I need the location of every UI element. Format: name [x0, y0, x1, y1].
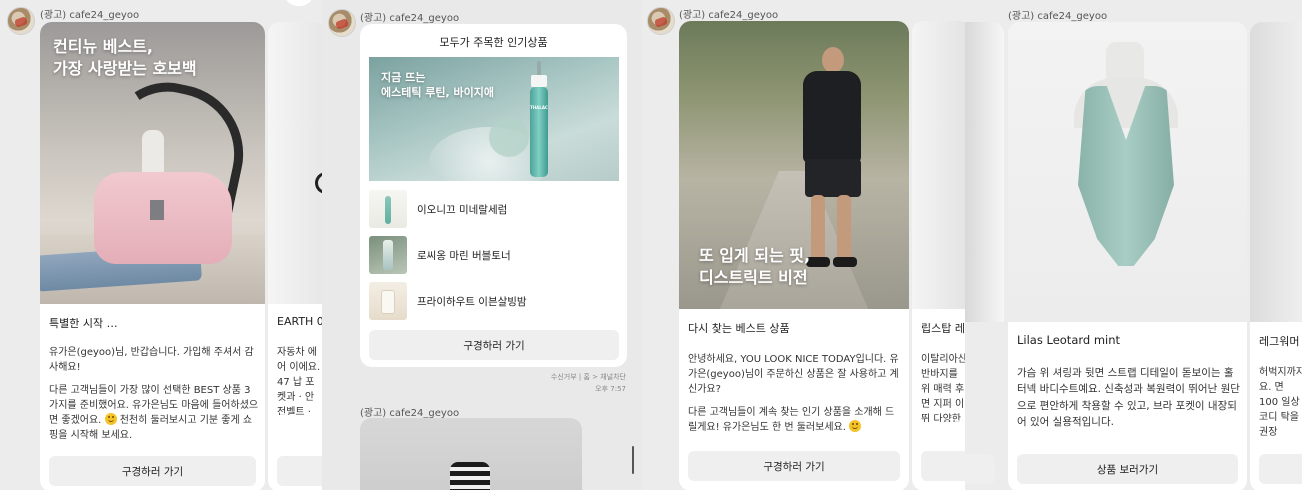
item-thumbnail: [369, 190, 407, 228]
product-image[interactable]: 또 입게 되는 핏, 디스트릭트 비전: [679, 21, 909, 309]
sender-name: (광고) cafe24_geyoo: [360, 408, 460, 419]
chat-panel-2: (광고) cafe24_geyoo 모두가 주목한 인기상품 THALAC 지금…: [322, 0, 642, 490]
product-image[interactable]: [1008, 22, 1247, 322]
carousel-card[interactable]: [360, 418, 582, 490]
next-carousel-card[interactable]: 레그워머 허벅지까지 요. 면 100 일상 코디 탁을 권장: [1250, 22, 1302, 490]
card-header: 모두가 주목한 인기상품: [439, 36, 548, 49]
sender-name: (광고) cafe24_geyoo: [679, 10, 779, 21]
channel-avatar[interactable]: [647, 7, 675, 35]
chat-panel-1: (광고) cafe24_geyoo 컨티뉴 베스트, 가장 사랑받는 호보백 특…: [0, 0, 322, 490]
channel-avatar[interactable]: [328, 9, 356, 37]
item-name: 프라이하우트 이븐살빙밤: [417, 295, 527, 308]
bottle-label: THALAC: [530, 105, 548, 110]
list-item[interactable]: 프라이하우트 이븐살빙밤: [369, 282, 527, 320]
product-list-card: 모두가 주목한 인기상품 THALAC 지금 뜨는 에스테틱 루틴, 바이지애 …: [360, 24, 627, 367]
chat-panel-4: (광고) cafe24_geyoo Lilas Leotard mint 가슴 …: [965, 0, 1302, 490]
prev-carousel-card[interactable]: [965, 22, 1004, 322]
optout-link[interactable]: 수신거부 | 홈 > 채널차단: [551, 372, 626, 382]
smile-emoji-icon: [104, 413, 117, 425]
item-thumbnail: [369, 236, 407, 274]
browse-button[interactable]: 구경하러 가기: [49, 456, 256, 486]
carousel-card[interactable]: 또 입게 되는 핏, 디스트릭트 비전 다시 찾는 베스트 상품 안녕하세요, …: [679, 21, 909, 490]
next-card-body: 자동차 에어 이에요. 47 납 포켓과 · 안전벨트 · 다.: [277, 347, 321, 415]
carousel-card[interactable]: Lilas Leotard mint 가슴 위 셔링과 뒷면 스트랩 디테일이 …: [1008, 22, 1247, 490]
image-caption: 컨티뉴 베스트, 가장 사랑받는 호보백: [53, 37, 197, 78]
chat-panel-3: (광고) cafe24_geyoo 또 입게 되는 핏, 디스트릭트 비전 다시…: [642, 0, 965, 490]
sender-name: (광고) cafe24_geyoo: [1008, 11, 1108, 22]
scroll-indicator: [286, 0, 312, 6]
carousel-card[interactable]: 컨티뉴 베스트, 가장 사랑받는 호보백 특별한 시작 … 유가은(geyoo)…: [40, 22, 265, 490]
sender-name: (광고) cafe24_geyoo: [360, 13, 460, 24]
channel-avatar[interactable]: [7, 7, 35, 35]
product-image[interactable]: [360, 418, 582, 490]
sender-name: (광고) cafe24_geyoo: [40, 10, 140, 21]
body-paragraph: 안녕하세요, YOU LOOK NICE TODAY입니다. 유가은(geyoo…: [688, 354, 899, 395]
item-name: 이오니끄 미네랄세럼: [417, 203, 508, 216]
product-image[interactable]: 컨티뉴 베스트, 가장 사랑받는 호보백: [40, 22, 265, 304]
next-card-title: 레그워머: [1259, 335, 1300, 348]
body-paragraph: 다른 고객님들이 계속 찾는 인기 상품을 소개해 드릴게요! 유가은님도 한 …: [688, 407, 895, 433]
next-carousel-card[interactable]: EARTH 0 자동차 에어 이에요. 47 납 포켓과 · 안전벨트 · 다.: [268, 22, 322, 490]
scrollbar-thumb[interactable]: [632, 446, 634, 474]
next-carousel-card[interactable]: 립스탑 레 이탈리아산 반바지를 위 매력 후면 지퍼 이 뛰 다양한 수납 포…: [912, 21, 965, 490]
banner-caption: 지금 뜨는 에스테틱 루틴, 바이지애: [381, 71, 495, 99]
next-card-body: 허벅지까지 요. 면 100 일상 코디 탁을 권장: [1259, 367, 1302, 437]
message-time: 오후 7:57: [595, 385, 626, 393]
card-title: 다시 찾는 베스트 상품: [688, 322, 790, 335]
next-card-title: 립스탑 레: [921, 322, 965, 335]
card-body: 안녕하세요, YOU LOOK NICE TODAY입니다. 유가은(geyoo…: [688, 352, 902, 443]
banner-image[interactable]: THALAC 지금 뜨는 에스테틱 루틴, 바이지애: [369, 57, 619, 181]
list-item[interactable]: 로씨옹 마린 버블토너: [369, 236, 511, 274]
card-body: 유가은(geyoo)님, 반갑습니다. 가입해 주셔서 감사해요! 다른 고객님…: [49, 345, 259, 451]
browse-button[interactable]: 구경하러 가기: [688, 451, 900, 481]
smile-emoji-icon: [849, 420, 862, 432]
next-card-title: EARTH 0: [277, 315, 322, 328]
next-card-body: 이탈리아산 반바지를 위 매력 후면 지퍼 이 뛰 다양한 수납 포켓이 니다.: [921, 354, 965, 422]
browse-button[interactable]: 구경하러 가기: [369, 330, 619, 360]
item-name: 로씨옹 마린 버블토너: [417, 249, 511, 262]
item-thumbnail: [369, 282, 407, 320]
card-body: 가슴 위 셔링과 뒷면 스트랩 디테일이 돋보이는 홀터넥 바디수트예요. 신축…: [1017, 367, 1240, 428]
view-product-button[interactable]: 상품 보러가기: [1017, 454, 1238, 484]
image-caption: 또 입게 되는 핏, 디스트릭트 비전: [699, 246, 811, 287]
body-paragraph: 유가은(geyoo)님, 반갑습니다. 가입해 주셔서 감사해요!: [49, 347, 254, 373]
card-title: Lilas Leotard mint: [1017, 333, 1121, 347]
list-item[interactable]: 이오니끄 미네랄세럼: [369, 190, 507, 228]
body-paragraph: 다른 고객님들이 가장 많이 선택한 BEST 상품 3가지를 준비했어요. 유…: [49, 385, 259, 441]
card-title: 특별한 시작 …: [49, 317, 118, 330]
prev-card-button[interactable]: [965, 454, 995, 484]
